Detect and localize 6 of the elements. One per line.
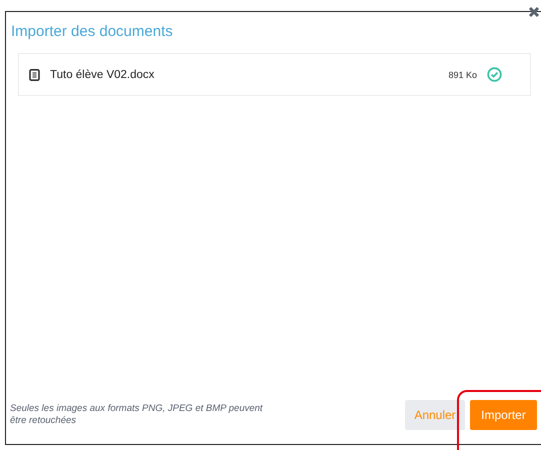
- file-size: 891 Ko: [448, 70, 477, 80]
- format-note: Seules les images aux formats PNG, JPEG et BMP peuvent être retouchées: [10, 403, 264, 427]
- cancel-button[interactable]: Annuler: [405, 400, 465, 430]
- import-button[interactable]: Importer: [470, 400, 537, 430]
- file-name: Tuto élève V02.docx: [50, 68, 156, 80]
- dialog-title: Importer des documents: [11, 23, 174, 40]
